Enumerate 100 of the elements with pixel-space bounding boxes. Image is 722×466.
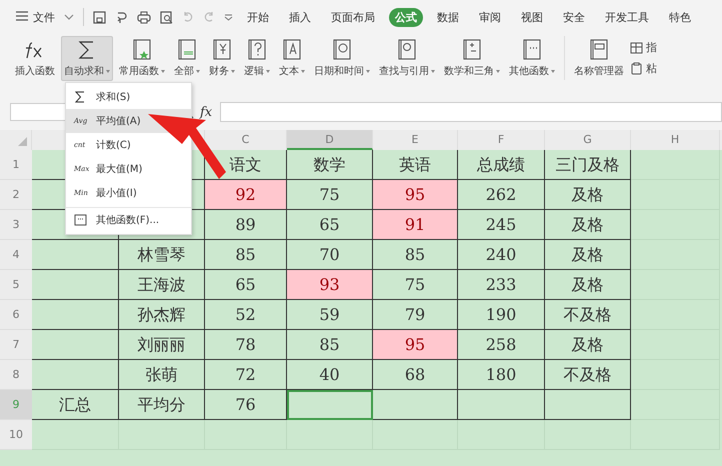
ribbon-button[interactable]: 粘 [630,61,657,76]
dropdown-icon[interactable] [224,12,233,22]
ribbon-tab[interactable]: 安全 [557,8,591,26]
file-menu[interactable]: 文件 [33,10,55,24]
inbox-icon [589,39,609,61]
function-book-icon [282,39,302,61]
row-header[interactable]: 5 [0,270,32,300]
column-header[interactable]: H [631,130,720,150]
menu-item[interactable]: 求和(S) [66,85,191,109]
function-book-icon [247,39,267,61]
sigma-icon [74,91,86,103]
row-header[interactable]: 1 [0,150,32,180]
ribbon-tab[interactable]: 页面布局 [325,8,381,26]
table-icon [630,42,643,54]
function-book-icon [332,39,352,61]
function-book-icon [522,39,542,61]
table-cell: 40 [287,360,373,390]
table-cell: 72 [205,360,287,390]
ribbon-button[interactable]: 逻辑 [241,36,273,81]
row-header[interactable]: 10 [0,420,32,450]
table-cell: 不及格 [545,300,631,330]
table-cell: 刘丽丽 [119,330,205,360]
ribbon-button[interactable]: 数学和三角 [441,36,503,81]
print-icon[interactable] [137,10,151,24]
table-cell: 数学 [287,150,373,180]
function-book-icon [177,39,197,61]
table-cell: 180 [458,360,545,390]
table-cell: 及格 [545,270,631,300]
table-cell: 85 [373,240,458,270]
ribbon-button[interactable]: 查找与引用 [376,36,438,81]
ribbon-button[interactable]: 其他函数 [506,36,558,81]
table-cell: 76 [205,390,287,420]
export-icon[interactable] [115,10,128,24]
ribbon-button[interactable]: 常用函数 [116,36,168,81]
table-cell: 汇总 [32,390,119,420]
table-cell: 89 [205,210,287,240]
function-book-icon [132,39,152,61]
table-cell: 92 [205,180,287,210]
menu-item[interactable]: 其他函数(F)... [66,207,191,232]
row-header[interactable]: 4 [0,240,32,270]
ribbon-tab[interactable]: 插入 [283,8,317,26]
table-cell: 78 [205,330,287,360]
table-cell: 233 [458,270,545,300]
function-book-icon [462,39,482,61]
table-cell: 林雪琴 [119,240,205,270]
ribbon-button[interactable]: 财务 [206,36,238,81]
corner-triangle-icon [18,137,27,146]
table-cell: 93 [287,270,373,300]
table-cell: 75 [373,270,458,300]
ribbon-button[interactable]: 日期和时间 [311,36,373,81]
table-cell: 59 [287,300,373,330]
table-cell: 张萌 [119,360,205,390]
table-cell: 三门及格 [545,150,631,180]
ribbon-button[interactable]: 自动求和 [61,36,113,81]
table-cell: 及格 [545,330,631,360]
row-header[interactable]: 6 [0,300,32,330]
row-header[interactable]: 7 [0,330,32,360]
ribbon-button[interactable]: 插入函数 [12,36,58,81]
ribbon-tab[interactable]: 开发工具 [599,8,655,26]
table-cell: 孙杰辉 [119,300,205,330]
table-cell: 258 [458,330,545,360]
ribbon-button[interactable]: 指 [630,40,657,55]
row-header[interactable]: 2 [0,180,32,210]
row-header[interactable]: 8 [0,360,32,390]
ribbon-button[interactable]: 文本 [276,36,308,81]
function-label[interactable]: fx [200,104,212,120]
print-preview-icon[interactable] [160,10,173,24]
function-book-icon [74,214,87,226]
column-header[interactable]: E [373,130,458,150]
save-icon[interactable] [93,10,106,24]
table-cell: 52 [205,300,287,330]
table-cell: 245 [458,210,545,240]
chevron-icon[interactable] [64,13,74,21]
column-header[interactable]: G [545,130,631,150]
table-cell: 及格 [545,180,631,210]
table-cell: 262 [458,180,545,210]
ribbon-button[interactable]: 全部 [171,36,203,81]
row-header[interactable]: 3 [0,210,32,240]
table-cell: 240 [458,240,545,270]
table-cell: 王海波 [119,270,205,300]
table-cell: 及格 [545,210,631,240]
ribbon-tab[interactable]: 特色 [663,8,697,26]
column-header[interactable]: F [458,130,545,150]
table-cell: 91 [373,210,458,240]
table-cell: 95 [373,330,458,360]
table-cell: 95 [373,180,458,210]
ribbon-button[interactable]: 名称管理器 [571,36,627,81]
clipboard-icon [630,62,643,75]
ribbon-tab[interactable]: 开始 [241,8,275,26]
table-cell: 不及格 [545,360,631,390]
function-book-icon [212,39,232,61]
ribbon-tab[interactable]: 审阅 [473,8,507,26]
table-cell: 68 [373,360,458,390]
formula-field[interactable] [220,102,722,122]
ribbon-tab[interactable]: 数据 [431,8,465,26]
menu-icon[interactable] [16,10,28,24]
table-cell: 85 [205,240,287,270]
table-cell: 平均分 [119,390,205,420]
ribbon-tab[interactable]: 视图 [515,8,549,26]
table-cell: 190 [458,300,545,330]
